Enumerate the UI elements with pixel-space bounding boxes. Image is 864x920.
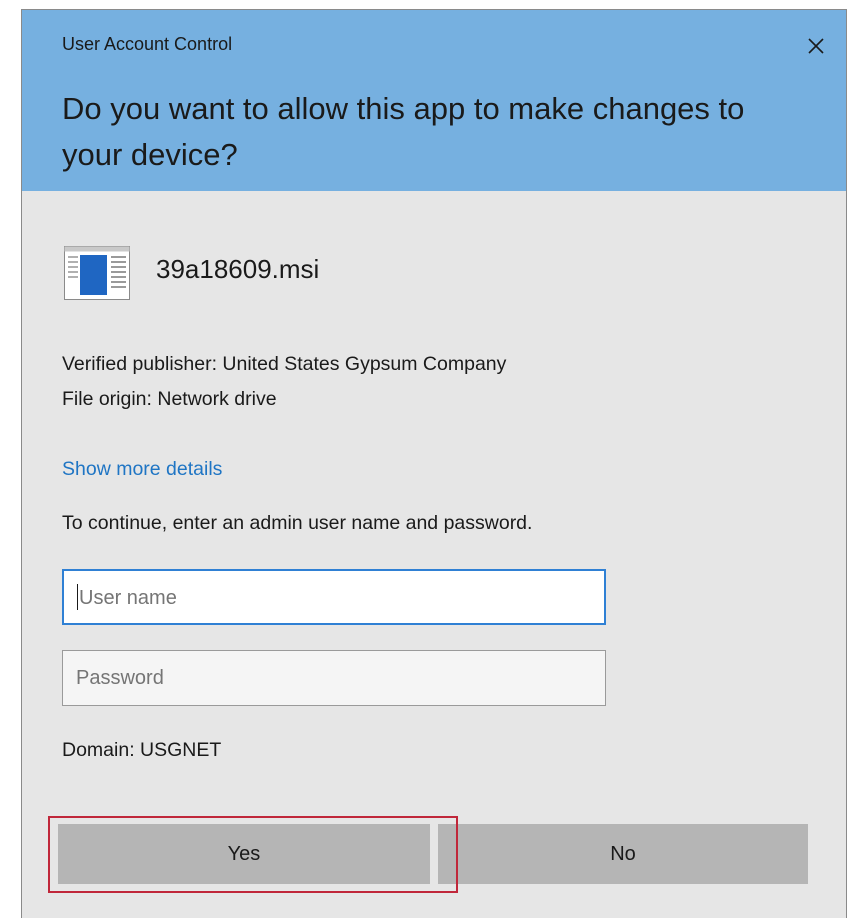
password-field[interactable]: Password [62,650,606,706]
dialog-header: User Account Control Do you want to allo… [22,10,846,191]
verified-publisher: Verified publisher: United States Gypsum… [62,353,507,375]
uac-dialog: User Account Control Do you want to allo… [21,9,847,918]
username-placeholder: User name [79,587,177,609]
show-more-details-link[interactable]: Show more details [62,458,222,481]
close-icon [808,38,824,54]
yes-button[interactable]: Yes [58,824,430,884]
no-button[interactable]: No [438,824,808,884]
file-origin: File origin: Network drive [62,388,277,410]
installer-window-icon [64,246,130,300]
password-placeholder: Password [76,667,164,689]
close-button[interactable] [798,28,834,64]
window-title: User Account Control [62,34,233,54]
text-caret [77,584,78,611]
username-field[interactable]: User name [62,569,606,625]
admin-instruction: To continue, enter an admin user name an… [62,512,533,534]
domain-label: Domain: USGNET [62,739,222,761]
app-name: 39a18609.msi [156,254,320,284]
prompt-heading: Do you want to allow this app to make ch… [62,91,745,172]
